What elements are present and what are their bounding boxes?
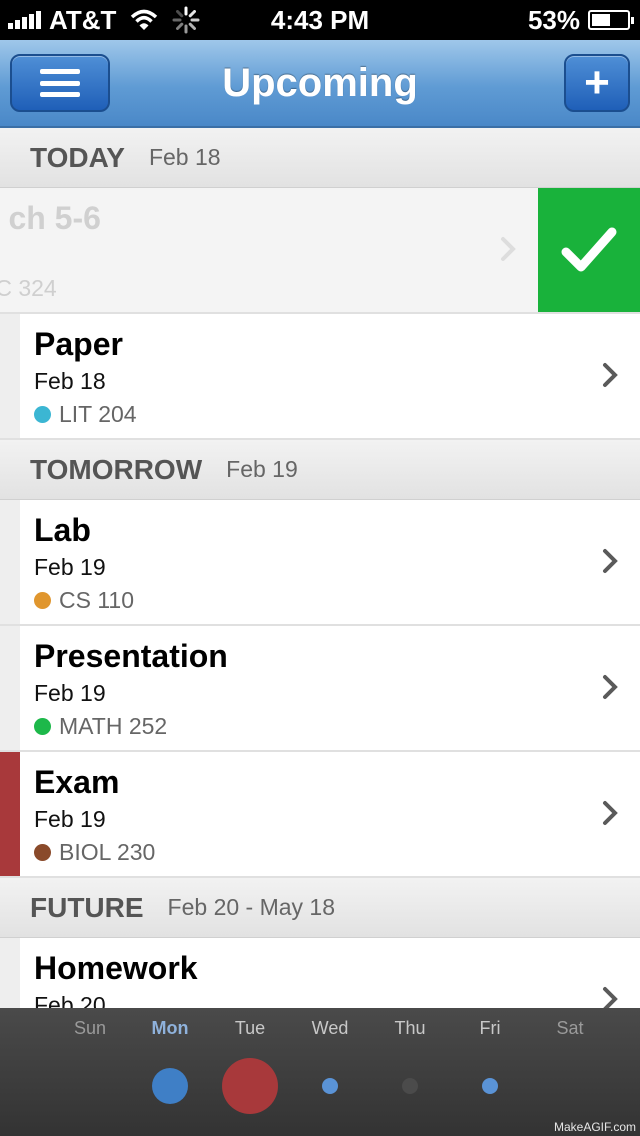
day-load-dot: [322, 1078, 338, 1094]
section-header-tomorrow: TOMORROW Feb 19: [0, 440, 640, 500]
battery-fill: [592, 14, 611, 26]
day-label-wed[interactable]: Wed: [290, 1018, 370, 1039]
class-color-dot: [34, 843, 51, 861]
chevron-right-icon: [603, 801, 618, 825]
day-cell-thu[interactable]: [370, 1058, 450, 1114]
chevron-right-icon: [603, 987, 618, 1008]
item-class: LIT 204: [59, 401, 137, 427]
mark-complete-button[interactable]: [538, 188, 640, 312]
item-title: Paper: [34, 326, 123, 362]
day-label-thu[interactable]: Thu: [370, 1018, 450, 1039]
day-cell-wed[interactable]: [290, 1058, 370, 1114]
class-color-dot: [34, 717, 51, 735]
item-class-row: LIT 204: [34, 398, 137, 430]
day-cell-mon[interactable]: [130, 1058, 210, 1114]
hamburger-menu-icon: [40, 69, 80, 97]
priority-stripe: [0, 626, 20, 750]
item-class: CS 110: [59, 587, 135, 613]
item-class: BIOL 230: [59, 839, 156, 865]
list-item[interactable]: Paper Feb 18 LIT 204: [0, 314, 640, 440]
list-item[interactable]: Presentation Feb 19 MATH 252: [0, 626, 640, 752]
item-title: Presentation: [34, 638, 228, 674]
day-label-mon[interactable]: Mon: [130, 1018, 210, 1039]
list-item[interactable]: Lab Feb 19 CS 110: [0, 500, 640, 626]
item-date: Feb 19: [34, 680, 106, 706]
assignment-list[interactable]: TODAY Feb 18 d ch 5-6 8 YC 324 Paper Feb…: [0, 128, 640, 1008]
day-cell-tue[interactable]: [210, 1058, 290, 1114]
battery-percentage: 53%: [527, 4, 580, 35]
section-header-future: FUTURE Feb 20 - May 18: [0, 878, 640, 938]
item-content: Paper Feb 18 LIT 204: [34, 324, 137, 430]
item-class-row: BIOL 230: [34, 836, 155, 868]
section-date-range: Feb 20 - May 18: [167, 894, 336, 920]
checkmark-icon: [561, 227, 617, 272]
status-right: 53%: [527, 4, 634, 36]
item-date: Feb 19: [34, 554, 106, 580]
swiped-list-item[interactable]: d ch 5-6 8 YC 324: [0, 188, 640, 314]
section-title: FUTURE: [30, 891, 144, 923]
item-title: Homework: [34, 950, 198, 986]
item-title: Exam: [34, 764, 120, 800]
chevron-right-icon: [603, 363, 618, 387]
list-item[interactable]: Exam Feb 19 BIOL 230: [0, 752, 640, 878]
item-date: Feb 19: [34, 806, 106, 832]
day-load-dots: [50, 1058, 610, 1114]
day-label-tue[interactable]: Tue: [210, 1018, 290, 1039]
day-cell-sun[interactable]: [50, 1058, 130, 1114]
section-title: TOMORROW: [30, 453, 203, 485]
priority-stripe: [0, 314, 20, 438]
priority-stripe: [0, 938, 20, 1008]
chevron-right-icon: [501, 237, 516, 261]
priority-stripe: [0, 752, 20, 876]
section-title: TODAY: [30, 141, 125, 173]
chevron-right-icon: [603, 675, 618, 699]
navigation-bar: Upcoming +: [0, 40, 640, 128]
item-title: Lab: [34, 512, 91, 548]
add-button[interactable]: +: [564, 54, 630, 112]
day-load-dot: [482, 1078, 498, 1094]
day-label-fri[interactable]: Fri: [450, 1018, 530, 1039]
day-cell-fri[interactable]: [450, 1058, 530, 1114]
item-date: 8: [0, 238, 101, 272]
item-class-row: CS 110: [34, 584, 134, 616]
day-labels: Sun Mon Tue Wed Thu Fri Sat: [0, 1018, 640, 1039]
item-date: Feb 18: [34, 368, 106, 394]
chevron-right-icon: [603, 549, 618, 573]
day-label-sat[interactable]: Sat: [530, 1018, 610, 1039]
class-color-dot: [34, 405, 51, 423]
day-label-sun[interactable]: Sun: [50, 1018, 130, 1039]
section-date-range: Feb 18: [148, 144, 221, 170]
item-content: Homework Feb 20: [34, 948, 198, 1008]
day-cell-sat[interactable]: [530, 1058, 610, 1114]
priority-stripe: [0, 500, 20, 624]
day-load-dot: [402, 1078, 418, 1094]
menu-button[interactable]: [10, 54, 110, 112]
battery-icon: [588, 10, 634, 30]
watermark-text: MakeAGIF.com: [553, 1120, 636, 1134]
day-load-dot: [152, 1068, 188, 1104]
item-content: Presentation Feb 19 MATH 252: [34, 636, 228, 742]
item-title: d ch 5-6: [0, 200, 101, 236]
week-overview-bar: Sun Mon Tue Wed Thu Fri Sat MakeAGIF.com: [0, 1008, 640, 1136]
list-item[interactable]: Homework Feb 20: [0, 938, 640, 1008]
item-content: Exam Feb 19 BIOL 230: [34, 762, 155, 868]
swiped-item-content: d ch 5-6 8 YC 324: [0, 198, 101, 304]
item-date: Feb 20: [34, 992, 106, 1008]
section-date-range: Feb 19: [226, 456, 298, 482]
class-color-dot: [34, 591, 51, 609]
day-load-dot: [222, 1058, 278, 1114]
section-header-today: TODAY Feb 18: [0, 128, 640, 188]
status-bar: AT&T 4:43 PM 53%: [0, 0, 640, 40]
plus-icon: +: [584, 58, 610, 107]
item-class: YC 324: [0, 275, 57, 301]
item-class: MATH 252: [59, 713, 168, 739]
item-content: Lab Feb 19 CS 110: [34, 510, 134, 616]
item-class-row: MATH 252: [34, 710, 228, 742]
